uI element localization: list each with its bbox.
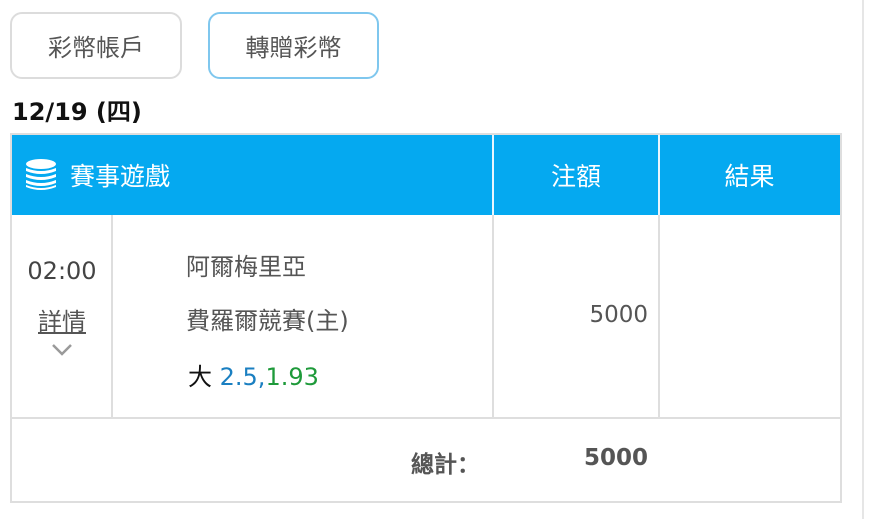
bet-record-table: 賽事遊戲 注額 結果 02:00 詳情 阿爾梅里亞 費羅爾競賽(主) 大 2.5… [10, 133, 842, 503]
tab-transfer-coins[interactable]: 轉贈彩幣 [208, 12, 379, 79]
coin-stack-icon [24, 158, 58, 192]
header-stake-cell: 注額 [493, 135, 659, 215]
total-amount: 5000 [583, 445, 648, 471]
total-label: 總計： [411, 452, 480, 478]
table-header: 賽事遊戲 注額 結果 [12, 135, 840, 215]
bet-option: 大 [188, 363, 212, 391]
team-name-home: 費羅爾競賽(主) [186, 307, 349, 335]
header-result-label: 結果 [724, 162, 775, 191]
match-time: 02:00 [27, 257, 97, 285]
column-divider [492, 215, 494, 418]
team-name-away: 阿爾梅里亞 [186, 253, 306, 281]
stake-amount: 5000 [589, 302, 648, 328]
detail-link[interactable]: 詳情 [12, 302, 112, 337]
header-game-cell: 賽事遊戲 [12, 135, 493, 215]
scrollbar-track[interactable] [862, 0, 864, 519]
tab-lottery-coin-account[interactable]: 彩幣帳戶 [10, 12, 182, 79]
tab-account-label: 彩幣帳戶 [48, 34, 144, 62]
chevron-down-icon[interactable] [50, 342, 74, 358]
bet-date: 12/19 (四) [12, 98, 142, 126]
column-divider [658, 215, 660, 418]
header-stake-label: 注額 [550, 162, 601, 191]
row-divider [12, 417, 840, 419]
bet-handicap: 2.5, [219, 363, 266, 391]
tab-transfer-label: 轉贈彩幣 [245, 34, 342, 62]
bet-selection: 大 2.5,1.93 [188, 357, 319, 392]
header-game-label: 賽事遊戲 [70, 162, 171, 191]
header-result-cell: 結果 [659, 135, 840, 215]
bet-odds: 1.93 [265, 363, 319, 391]
